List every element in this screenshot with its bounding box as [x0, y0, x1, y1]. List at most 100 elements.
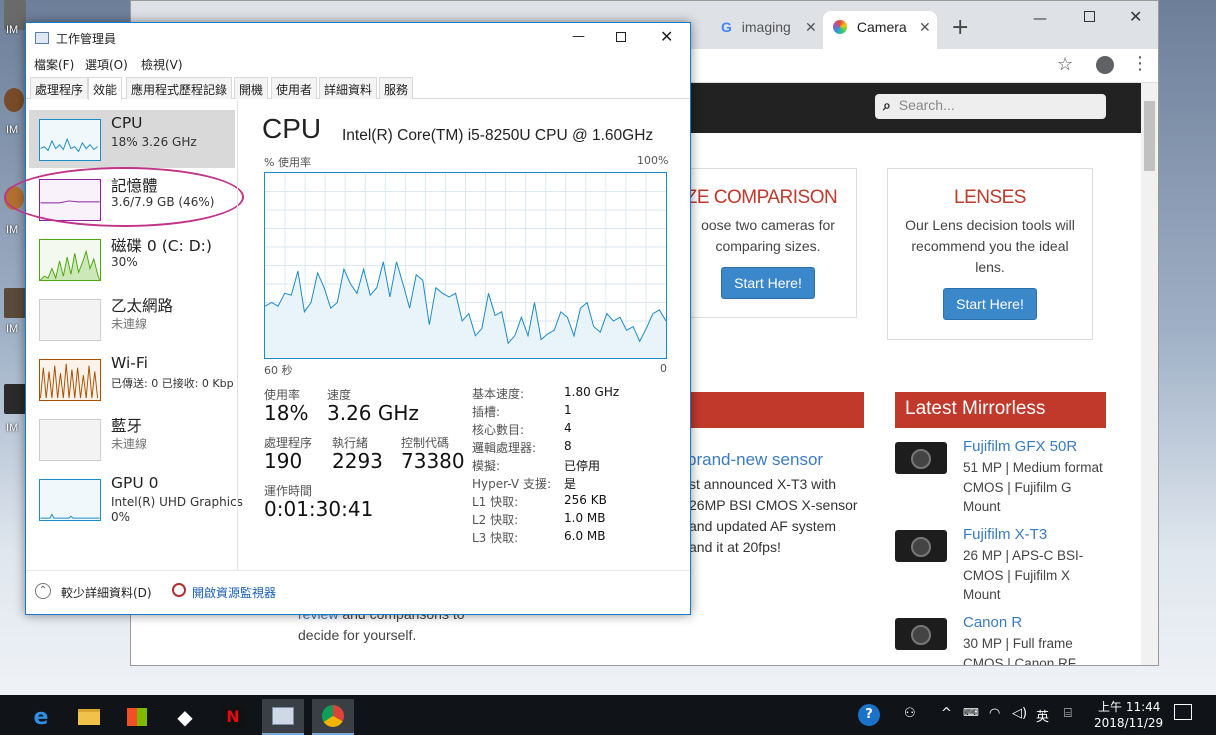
- spec-value: 6.0 MB: [564, 529, 606, 543]
- minimize-icon[interactable]: —: [572, 29, 585, 44]
- resource-item-bluetooth[interactable]: 藍牙 未連線: [29, 410, 235, 468]
- spec-label: Hyper-V 支援:: [472, 477, 551, 491]
- desktop-icon[interactable]: [4, 288, 26, 318]
- clock-date[interactable]: 2018/11/29: [1094, 716, 1163, 730]
- menu-file[interactable]: 檔案(F): [34, 56, 74, 73]
- task-manager-taskbar-icon[interactable]: [262, 699, 304, 735]
- tab-details[interactable]: 詳細資料: [319, 77, 378, 99]
- gpu-mini-graph: [39, 479, 101, 521]
- tab-startup[interactable]: 開機: [234, 77, 269, 99]
- article-text: st announced X-T3 with 26MP BSI CMOS X-s…: [689, 476, 858, 555]
- help-icon[interactable]: ?: [858, 704, 880, 726]
- tab-processes[interactable]: 處理程序: [30, 77, 89, 99]
- netflix-icon[interactable]: N: [212, 699, 254, 735]
- mirrorless-item[interactable]: Fujifilm X-T3 26 MP | APS-C BSI-CMOS | F…: [895, 526, 1105, 606]
- menu-options[interactable]: 選項(O): [85, 56, 128, 73]
- desktop-icon[interactable]: [4, 384, 26, 414]
- resource-item-ethernet[interactable]: 乙太網路 未連線: [29, 290, 235, 348]
- browser-tab-imaging[interactable]: G imaging ✕: [711, 11, 821, 49]
- spec-value: 1.80 GHz: [564, 385, 620, 399]
- spec-value: 1.0 MB: [564, 511, 606, 525]
- resource-name: CPU: [111, 114, 143, 132]
- tab-users[interactable]: 使用者: [271, 77, 318, 99]
- resource-item-wifi[interactable]: Wi-Fi 已傳送: 0 已接收: 0 Kbp: [29, 350, 235, 408]
- mirrorless-item[interactable]: Fujifilm GFX 50R 51 MP | Medium format C…: [895, 438, 1105, 518]
- tab-strip: 處理程序 效能 應用程式歷程記錄 開機 使用者 詳細資料 服務: [26, 75, 690, 100]
- size-comparison-card: SIZE COMPARISON oose two cameras for com…: [669, 168, 857, 318]
- spec-label: 插槽:: [472, 405, 501, 419]
- latest-mirrorless-header: Latest Mirrorless: [895, 392, 1106, 428]
- camera-desc: 30 MP | Full frame CMOS | Canon RF: [963, 636, 1077, 666]
- chrome-taskbar-icon[interactable]: [312, 699, 354, 735]
- fewer-details-link[interactable]: 較少詳細資料(D): [61, 584, 152, 601]
- card-text: oose two cameras for comparing sizes.: [701, 217, 835, 254]
- tab-performance[interactable]: 效能: [88, 77, 123, 100]
- maximize-icon[interactable]: [1084, 11, 1095, 22]
- taskbar: e ◆ N ? ⚇ ^ ⌨ ◠ ◁) 英 ⌸ 上午 11:44 2018/11/…: [0, 695, 1216, 735]
- dropbox-icon[interactable]: ◆: [164, 699, 206, 735]
- resource-name: 磁碟 0 (C: D:): [111, 237, 212, 255]
- spec-label: 基本速度:: [472, 387, 525, 401]
- close-window-icon[interactable]: ✕: [1129, 7, 1142, 26]
- volume-icon[interactable]: ◁): [1012, 706, 1027, 721]
- bookmark-star-icon[interactable]: ☆: [1057, 54, 1073, 75]
- disk-mini-graph: [39, 239, 101, 281]
- search-icon: ⌕: [883, 97, 891, 113]
- browser-tab-camera[interactable]: Camera ✕: [823, 11, 937, 49]
- pane-divider[interactable]: [237, 100, 238, 570]
- menu-dots-icon[interactable]: ⋮: [1131, 53, 1149, 74]
- open-resource-monitor-link[interactable]: 開啟資源監視器: [192, 584, 276, 601]
- file-explorer-icon[interactable]: [68, 699, 110, 735]
- bluetooth-mini-graph: [39, 419, 101, 461]
- close-icon[interactable]: ✕: [660, 27, 673, 46]
- resource-item-cpu[interactable]: CPU 18% 3.26 GHz: [29, 110, 235, 168]
- camera-name-link[interactable]: Canon R: [963, 614, 1022, 631]
- clock-time[interactable]: 上午 11:44: [1098, 698, 1160, 715]
- profile-icon[interactable]: [1096, 56, 1114, 74]
- tab-label: imaging: [741, 19, 791, 35]
- close-tab-icon[interactable]: ✕: [805, 19, 817, 36]
- start-here-button[interactable]: Start Here!: [721, 267, 815, 299]
- notification-icon[interactable]: [1174, 704, 1192, 720]
- tab-app-history[interactable]: 應用程式歷程記錄: [126, 77, 233, 99]
- resource-item-disk[interactable]: 磁碟 0 (C: D:) 30%: [29, 230, 235, 288]
- camera-thumbnail: [895, 530, 947, 562]
- resource-item-gpu[interactable]: GPU 0 Intel(R) UHD Graphics 0%: [29, 470, 243, 528]
- maximize-icon[interactable]: [616, 32, 626, 42]
- card-text: Our Lens decision tools will recommend y…: [905, 217, 1075, 275]
- scroll-thumb[interactable]: [1144, 101, 1155, 171]
- mirrorless-item[interactable]: Canon R 30 MP | Full frame CMOS | Canon …: [895, 614, 1105, 666]
- close-tab-icon[interactable]: ✕: [919, 19, 931, 36]
- ime-mode-icon[interactable]: ⌨: [963, 706, 979, 719]
- task-manager-icon: [35, 32, 49, 44]
- usage-axis-label: % 使用率: [264, 156, 311, 169]
- usage-value: 18%: [264, 401, 309, 425]
- card-title: LENSES: [954, 187, 1026, 208]
- ethernet-mini-graph: [39, 299, 101, 341]
- people-icon[interactable]: ⚇: [904, 706, 916, 721]
- keyboard-icon[interactable]: ⌸: [1064, 706, 1072, 721]
- menu-view[interactable]: 檢視(V): [141, 56, 183, 73]
- search-placeholder: Search...: [898, 97, 955, 113]
- desktop-icon[interactable]: [4, 88, 24, 112]
- wifi-icon[interactable]: ◠: [989, 706, 1000, 721]
- handles-value: 73380: [401, 449, 465, 473]
- page-scrollbar[interactable]: [1141, 83, 1158, 665]
- new-tab-button[interactable]: +: [951, 15, 969, 40]
- store-icon[interactable]: [116, 699, 158, 735]
- chevron-up-icon[interactable]: ⌃: [35, 583, 51, 599]
- article-title[interactable]: brand-new sensor: [687, 450, 823, 470]
- camera-name-link[interactable]: Fujifilm X-T3: [963, 526, 1047, 543]
- minimize-icon[interactable]: —: [1033, 11, 1047, 27]
- ime-language-indicator[interactable]: 英: [1036, 706, 1049, 725]
- tab-services[interactable]: 服務: [379, 77, 414, 99]
- camera-name-link[interactable]: Fujifilm GFX 50R: [963, 438, 1077, 455]
- start-here-button[interactable]: Start Here!: [943, 288, 1037, 320]
- task-manager-window: 工作管理員 — ✕ 檔案(F) 選項(O) 檢視(V) 處理程序 效能 應用程式…: [4, 22, 691, 615]
- edge-icon[interactable]: e: [20, 699, 62, 735]
- task-manager-title-bar[interactable]: 工作管理員 — ✕: [26, 23, 690, 53]
- chevron-up-icon[interactable]: ^: [941, 706, 952, 721]
- site-search-input[interactable]: ⌕ Search...: [875, 94, 1106, 119]
- max-axis-label: 100%: [637, 154, 669, 167]
- spec-label: L2 快取:: [472, 513, 519, 527]
